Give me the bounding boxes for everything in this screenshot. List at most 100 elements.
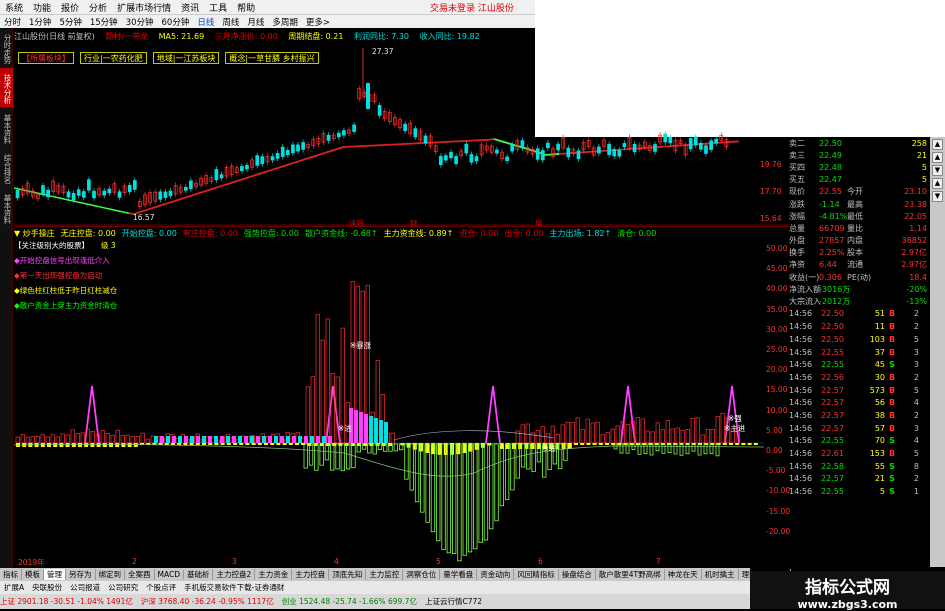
period-tab[interactable]: 更多> [306,16,330,28]
order-label: 买五 [789,174,819,185]
info-tab[interactable]: 公司研究 [104,582,142,593]
trade-price: 22.55 [821,436,855,445]
scroll-down-icon[interactable]: ▼ [932,191,943,202]
bar-green [662,444,665,453]
indicator-tab[interactable]: MACD [155,570,184,579]
indicator-tab[interactable]: 神龙在天 [665,569,702,580]
sector-tag[interactable]: 【所属板块】 [18,52,74,64]
period-tab[interactable]: 60分钟 [162,16,190,28]
scroll-icon[interactable]: ▲ [932,178,943,189]
bar-fill [322,436,326,443]
period-tab[interactable]: 1分钟 [29,16,51,28]
menu-item[interactable]: 系统 [5,1,23,14]
bar-green [309,444,313,465]
sector-tag[interactable]: 地域|一江苏板块 [153,52,220,64]
index-quote[interactable]: 沪深 3768.40 -36.24 -0.95% 1117亿 [141,596,274,607]
period-tab[interactable]: 月线 [247,16,264,28]
info-tab[interactable]: 手机版交易软件下载-证券通财 [180,582,288,593]
period-tab[interactable]: 15分钟 [90,16,118,28]
bar-red [136,436,140,443]
side-tabs: 分时走势技术分析基本资料综合排名基本资料 [0,28,13,568]
period-tab[interactable]: 分时 [4,16,21,28]
side-tab[interactable]: 分时走势 [0,28,13,68]
scroll-icon[interactable]: ▲ [932,152,943,163]
indicator-tab[interactable]: 散户散里4T野高绑 [596,569,665,580]
bar-red [556,434,560,443]
indicator-tab[interactable]: 指标 [0,569,22,580]
candle-body [633,144,636,151]
scroll-up-icon[interactable]: ▲ [932,139,943,150]
scroll-icon[interactable]: ▼ [932,165,943,176]
menu-item[interactable]: 报价 [61,1,79,14]
menu-item[interactable]: 帮助 [237,1,255,14]
indicator-tab[interactable]: 管理 [44,569,66,580]
indicator-tab[interactable]: 基础析 [184,569,214,580]
indicator-tab[interactable]: 模板 [22,569,44,580]
indicator-tab[interactable]: 主力控盘2 [213,569,255,580]
period-tab[interactable]: 30分钟 [126,16,154,28]
y-tick: -15.00 [766,507,790,516]
menu-item[interactable]: 分析 [89,1,107,14]
sector-tag[interactable]: 概念|一草甘膦 乡村振兴 [225,52,318,64]
indicator-tab[interactable]: 机时擒主 [702,569,739,580]
info-tab[interactable]: 扩展A [0,582,28,593]
login-status[interactable]: 交易未登录 江山股份 [430,1,514,14]
sector-tag[interactable]: 行业|一农药化肥 [80,52,147,64]
indicator-tab[interactable]: 主力控盘 [292,569,329,580]
bar-yellow [605,443,609,445]
bar-red [691,418,695,443]
period-tab[interactable]: 周线 [222,16,239,28]
indicator-tab[interactable]: 全案酉 [125,569,155,580]
candle-body [715,139,718,143]
index-quote[interactable]: 创业 1524.48 -25.74 -1.66% 699.7亿 [282,596,417,607]
period-tab[interactable]: 日线 [197,16,214,28]
menu-item[interactable]: 工具 [209,1,227,14]
indicator-tab[interactable]: 操盘结合 [559,569,596,580]
scrollbar[interactable]: ▲ ▲ ▼ ▲ ▼ [930,137,945,567]
bar-fill [280,436,284,443]
candle-body [366,83,370,109]
period-tab[interactable]: 多周期 [272,16,298,28]
bar-fill [304,436,308,443]
stat-row: 涨幅-4.81%最低22.05 [789,210,929,222]
side-tab[interactable]: 综合排名 [0,148,13,188]
menu-item[interactable]: 资讯 [181,1,199,14]
info-tab[interactable]: 公司报道 [66,582,104,593]
info-tab[interactable]: 个股点评 [142,582,180,593]
side-tab[interactable]: 基本资料 [0,188,13,228]
trade-count: 3 [899,424,919,433]
menu-item[interactable]: 扩展市场行情 [117,1,171,14]
trade-count: 2 [899,373,919,382]
index-quote[interactable]: 上证云行情C772 [425,596,482,607]
indicator-tab[interactable]: 主力监控 [366,569,403,580]
trade-side: S [885,360,899,369]
side-tab[interactable]: 技术分析 [0,68,13,108]
bar-red [36,437,40,443]
ma-line [129,139,494,214]
side-tab[interactable]: 基本资料 [0,108,13,148]
bar-green [698,444,701,455]
indicator-tab[interactable]: 绑定到 [96,569,126,580]
period-tab[interactable]: 5分钟 [59,16,81,28]
candle-body [689,138,692,148]
trade-time: 14:56 [789,322,821,331]
indicator-tab[interactable]: 洞察仓位 [403,569,440,580]
index-quote[interactable]: 上证 2901.18 -30.51 -1.04% 1491亿 [0,596,133,607]
indicator-title[interactable]: ▼ 炒手操庄 [14,228,55,239]
y-tick: 45.00 [766,264,787,273]
candle-body [439,156,442,164]
candle-body [404,124,407,131]
menu-item[interactable]: 功能 [33,1,51,14]
indicator-tab[interactable]: 资金动向 [477,569,514,580]
bar-green [315,444,319,470]
indicator-tab[interactable]: 量学看盘 [440,569,477,580]
candle-body [256,156,259,166]
trade-time: 14:56 [789,449,821,458]
info-tab[interactable]: 央联股份 [28,582,66,593]
indicator-tab[interactable]: 另存为 [66,569,96,580]
indicator-tab[interactable]: 顶底先知 [329,569,366,580]
indicator-tab[interactable]: 主力资金 [255,569,292,580]
indicator-tab[interactable]: 风回精指标 [514,569,559,580]
bar-yellow [258,443,262,445]
candlestick-chart[interactable] [14,28,789,568]
